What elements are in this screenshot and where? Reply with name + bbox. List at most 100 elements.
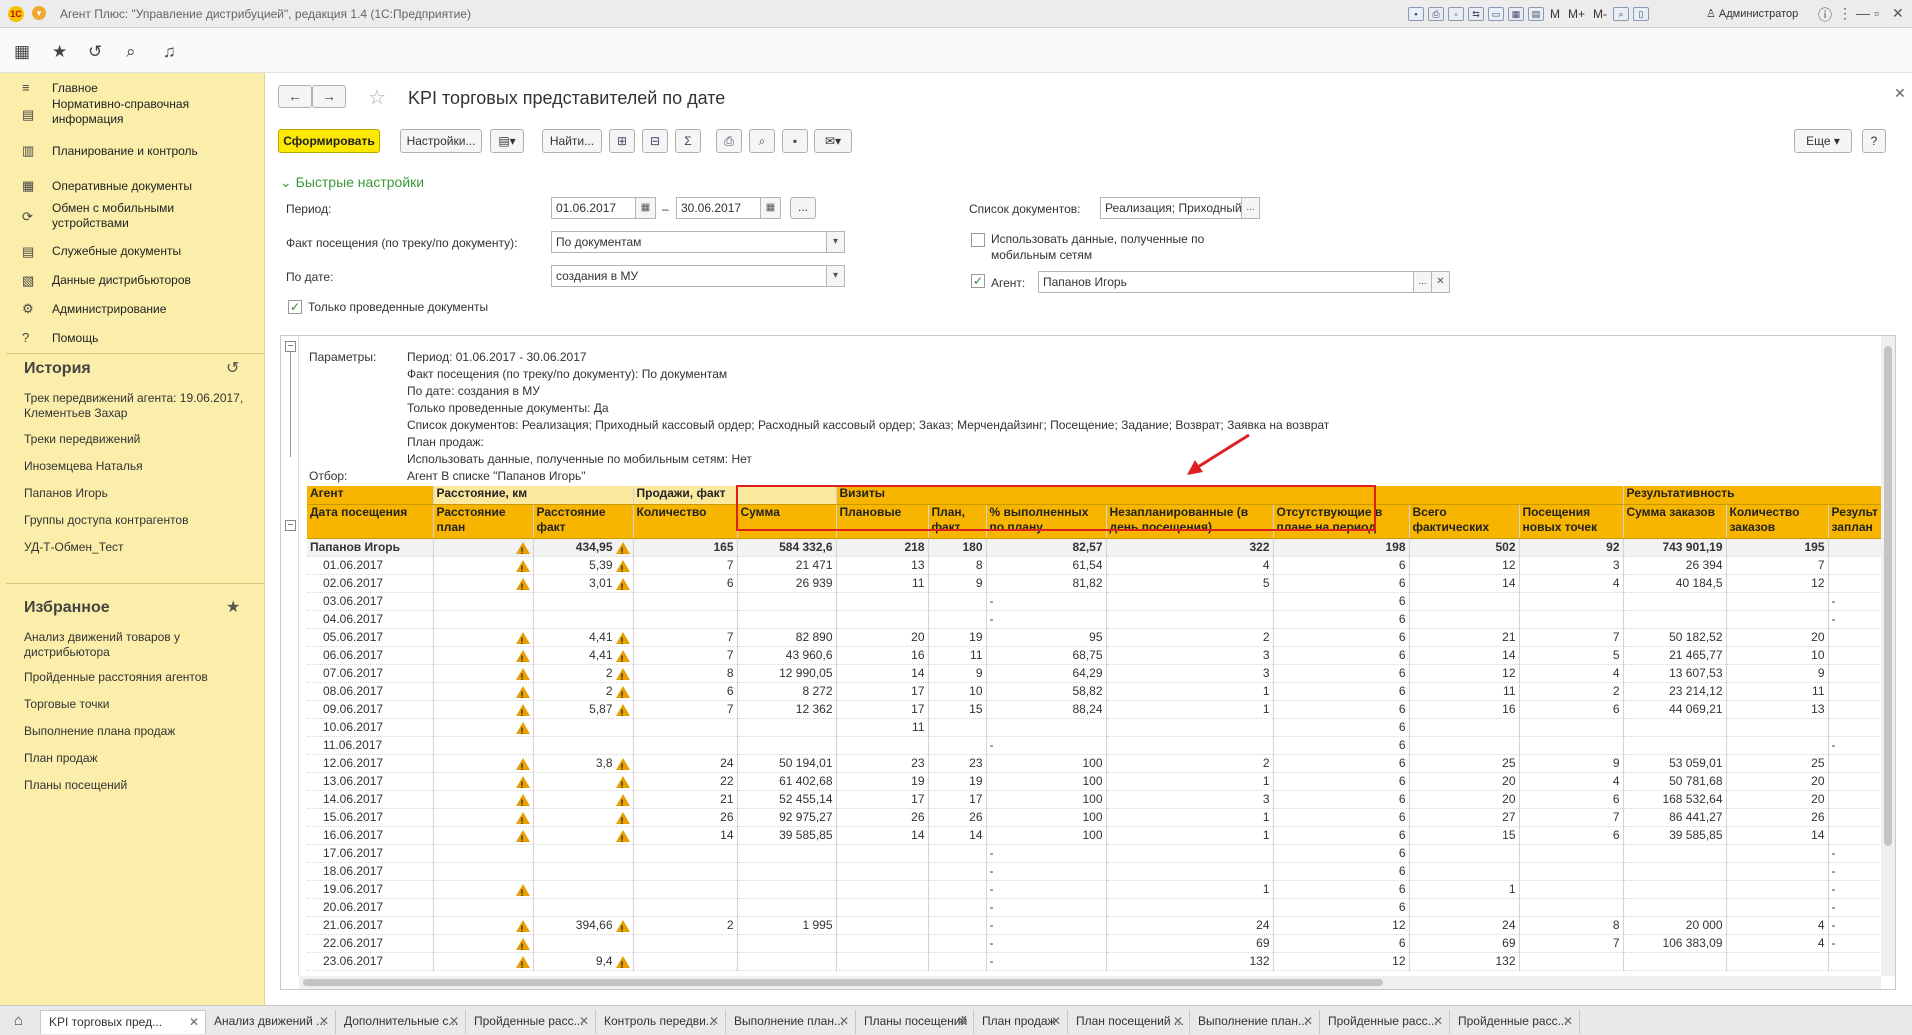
- period-select-button[interactable]: ...: [790, 197, 816, 219]
- table-row[interactable]: 06.06.2017 4,41 743 960,6161168,753614521 …: [307, 646, 1889, 665]
- sidebar-item-planning[interactable]: ▥ Планирование и контроль: [0, 137, 265, 167]
- close-tab-icon[interactable]: ✕: [579, 1010, 589, 1032]
- copy-icon[interactable]: ▭: [1488, 7, 1504, 21]
- calendar-icon[interactable]: ▦: [636, 197, 656, 219]
- table-row[interactable]: 09.06.20175,87712 362171588,241616644 06…: [307, 700, 1889, 719]
- current-user[interactable]: ♙ Администратор: [1706, 7, 1798, 20]
- close-tab-icon[interactable]: ✕: [957, 1010, 967, 1032]
- only-posted-checkbox[interactable]: ✓: [288, 300, 302, 314]
- favorite-item[interactable]: Выполнение плана продаж: [24, 724, 175, 739]
- table-row[interactable]: 21.06.2017394,6621 995-241224820 0004-: [307, 916, 1889, 935]
- close-tab-icon[interactable]: ✕: [1173, 1010, 1183, 1032]
- sidebar-item-reference[interactable]: ▤ Нормативно-справочная информация: [0, 97, 265, 137]
- tab-open-window[interactable]: Пройденные расс... ✕: [1320, 1010, 1450, 1034]
- panel-icon[interactable]: ▯: [1633, 7, 1650, 21]
- notifications-bell-icon[interactable]: ♫: [163, 42, 176, 62]
- table-row[interactable]: 22.06.2017-696697106 383,094-: [307, 934, 1889, 953]
- history-icon[interactable]: ↺: [88, 42, 102, 62]
- print-icon[interactable]: ⎙: [716, 129, 742, 153]
- generate-button[interactable]: Сформировать: [278, 129, 380, 153]
- table-row[interactable]: 13.06.20172261 402,6819191001620450 781,…: [307, 772, 1889, 791]
- save-icon[interactable]: ▪: [782, 129, 808, 153]
- chevron-down-icon[interactable]: ▾: [827, 231, 845, 253]
- table-row[interactable]: 15.06.20172692 975,2726261001627786 441,…: [307, 808, 1889, 827]
- tab-open-window[interactable]: KPI торговых пред... ✕: [40, 1010, 206, 1034]
- save-icon[interactable]: ▪: [1408, 7, 1424, 21]
- variants-button[interactable]: ▤▾: [490, 129, 524, 153]
- bydate-select[interactable]: создания в МУ: [551, 265, 827, 287]
- forward-button[interactable]: →: [312, 85, 346, 108]
- agent-field[interactable]: Папанов Игорь: [1038, 271, 1414, 293]
- tab-open-window[interactable]: Контроль передви... ✕: [596, 1010, 726, 1034]
- chevron-down-icon[interactable]: ▾: [827, 265, 845, 287]
- table-row[interactable]: 17.06.2017 - 6 -: [307, 844, 1889, 863]
- table-row[interactable]: 19.06.2017-161-: [307, 880, 1889, 899]
- table-row[interactable]: 12.06.20173,82450 194,0123231002625953 0…: [307, 754, 1889, 773]
- close-tab-icon[interactable]: ✕: [1303, 1010, 1313, 1032]
- table-row[interactable]: 18.06.2017 - 6 -: [307, 862, 1889, 881]
- memory-mplus-button[interactable]: M+: [1566, 7, 1587, 21]
- history-icon[interactable]: ↺: [226, 358, 239, 378]
- send-mail-button[interactable]: ✉▾: [814, 129, 852, 153]
- settings-button[interactable]: Настройки...: [400, 129, 482, 153]
- use-mobile-checkbox[interactable]: [971, 233, 985, 247]
- favorite-item[interactable]: Анализ движений товаров у дистрибьютора: [24, 630, 244, 660]
- sidebar-item-admin[interactable]: ⚙ Администрирование: [0, 295, 265, 325]
- close-icon[interactable]: ✕: [1894, 85, 1906, 102]
- table-row[interactable]: 07.06.20172812 990,0514964,293612413 607…: [307, 664, 1889, 683]
- memory-m-button[interactable]: M: [1548, 7, 1562, 21]
- collapse-group-icon[interactable]: −: [285, 341, 296, 352]
- table-row[interactable]: 01.06.20175,39721 47113861,544612326 394…: [307, 556, 1889, 575]
- back-button[interactable]: ←: [278, 85, 312, 108]
- table-row[interactable]: 05.06.20174,41782 8902019952621750 182,5…: [307, 628, 1889, 647]
- help-button[interactable]: ?: [1862, 129, 1886, 153]
- agent-select-button[interactable]: ...: [1414, 271, 1432, 293]
- minimize-icon[interactable]: —: [1856, 5, 1870, 21]
- tab-open-window[interactable]: Дополнительные с... ✕: [336, 1010, 466, 1034]
- history-item[interactable]: Трек передвижений агента: 19.06.2017, Кл…: [24, 391, 244, 421]
- vertical-scrollbar[interactable]: [1881, 336, 1895, 976]
- scroll-thumb[interactable]: [303, 979, 1383, 986]
- expand-groups-icon[interactable]: ⊞: [609, 129, 635, 153]
- doclist-field[interactable]: Реализация; Приходный: [1100, 197, 1242, 219]
- close-tab-icon[interactable]: ✕: [709, 1010, 719, 1032]
- history-item[interactable]: Группы доступа контрагентов: [24, 513, 188, 528]
- options-icon[interactable]: ⋮: [1838, 5, 1852, 22]
- table-row[interactable]: 14.06.20172152 455,14171710036206168 532…: [307, 790, 1889, 809]
- tab-open-window[interactable]: Пройденные расс... ✕: [466, 1010, 596, 1034]
- report-spreadsheet[interactable]: − − Параметры: Период: 01.06.2017 - 30.0…: [280, 335, 1896, 990]
- history-item[interactable]: УД-Т-Обмен_Тест: [24, 540, 124, 555]
- tab-open-window[interactable]: Пройденные расс... ✕: [1450, 1010, 1580, 1034]
- more-button[interactable]: Еще ▾: [1794, 129, 1852, 153]
- tab-open-window[interactable]: План продаж ✕: [974, 1010, 1068, 1034]
- sidebar-item-help[interactable]: ? Помощь: [0, 324, 265, 354]
- scroll-thumb[interactable]: [1884, 346, 1892, 846]
- maximize-icon[interactable]: ▫: [1874, 5, 1879, 21]
- table-row[interactable]: 16.06.20171439 585,8514141001615639 585,…: [307, 826, 1889, 845]
- date-from-field[interactable]: 01.06.2017: [551, 197, 636, 219]
- history-item[interactable]: Иноземцева Наталья: [24, 459, 143, 474]
- print-preview-icon[interactable]: ⌕: [749, 129, 775, 153]
- favorite-item[interactable]: План продаж: [24, 751, 98, 766]
- close-tab-icon[interactable]: ✕: [189, 1011, 199, 1033]
- sum-icon[interactable]: Σ: [675, 129, 701, 153]
- sidebar-item-exchange[interactable]: ⟳ Обмен с мобильными устройствами: [0, 197, 265, 237]
- quick-settings-toggle[interactable]: ⌄ Быстрые настройки: [280, 174, 424, 191]
- table-row[interactable]: 20.06.2017 - 6 -: [307, 898, 1889, 917]
- fact-select[interactable]: По документам: [551, 231, 827, 253]
- history-item[interactable]: Папанов Игорь: [24, 486, 108, 501]
- favorites-star-icon[interactable]: ★: [52, 42, 67, 62]
- horizontal-scrollbar[interactable]: [299, 976, 1881, 989]
- history-item[interactable]: Треки передвижений: [24, 432, 140, 447]
- tab-open-window[interactable]: Планы посещений ✕: [856, 1010, 974, 1034]
- home-icon[interactable]: ⌂: [14, 1012, 23, 1029]
- collapse-groups-icon[interactable]: ⊟: [642, 129, 668, 153]
- sidebar-item-distributors[interactable]: ▧ Данные дистрибьюторов: [0, 266, 265, 296]
- clear-icon[interactable]: ✕: [1432, 271, 1450, 293]
- zoom-icon[interactable]: ⌕: [1613, 7, 1630, 21]
- search-icon[interactable]: ⌕: [126, 42, 136, 62]
- tab-open-window[interactable]: Выполнение план... ✕: [1190, 1010, 1320, 1034]
- calculator-icon[interactable]: ▤: [1528, 7, 1544, 21]
- link-icon[interactable]: ⇆: [1468, 7, 1484, 21]
- table-row[interactable]: 10.06.2017 11 6: [307, 718, 1889, 737]
